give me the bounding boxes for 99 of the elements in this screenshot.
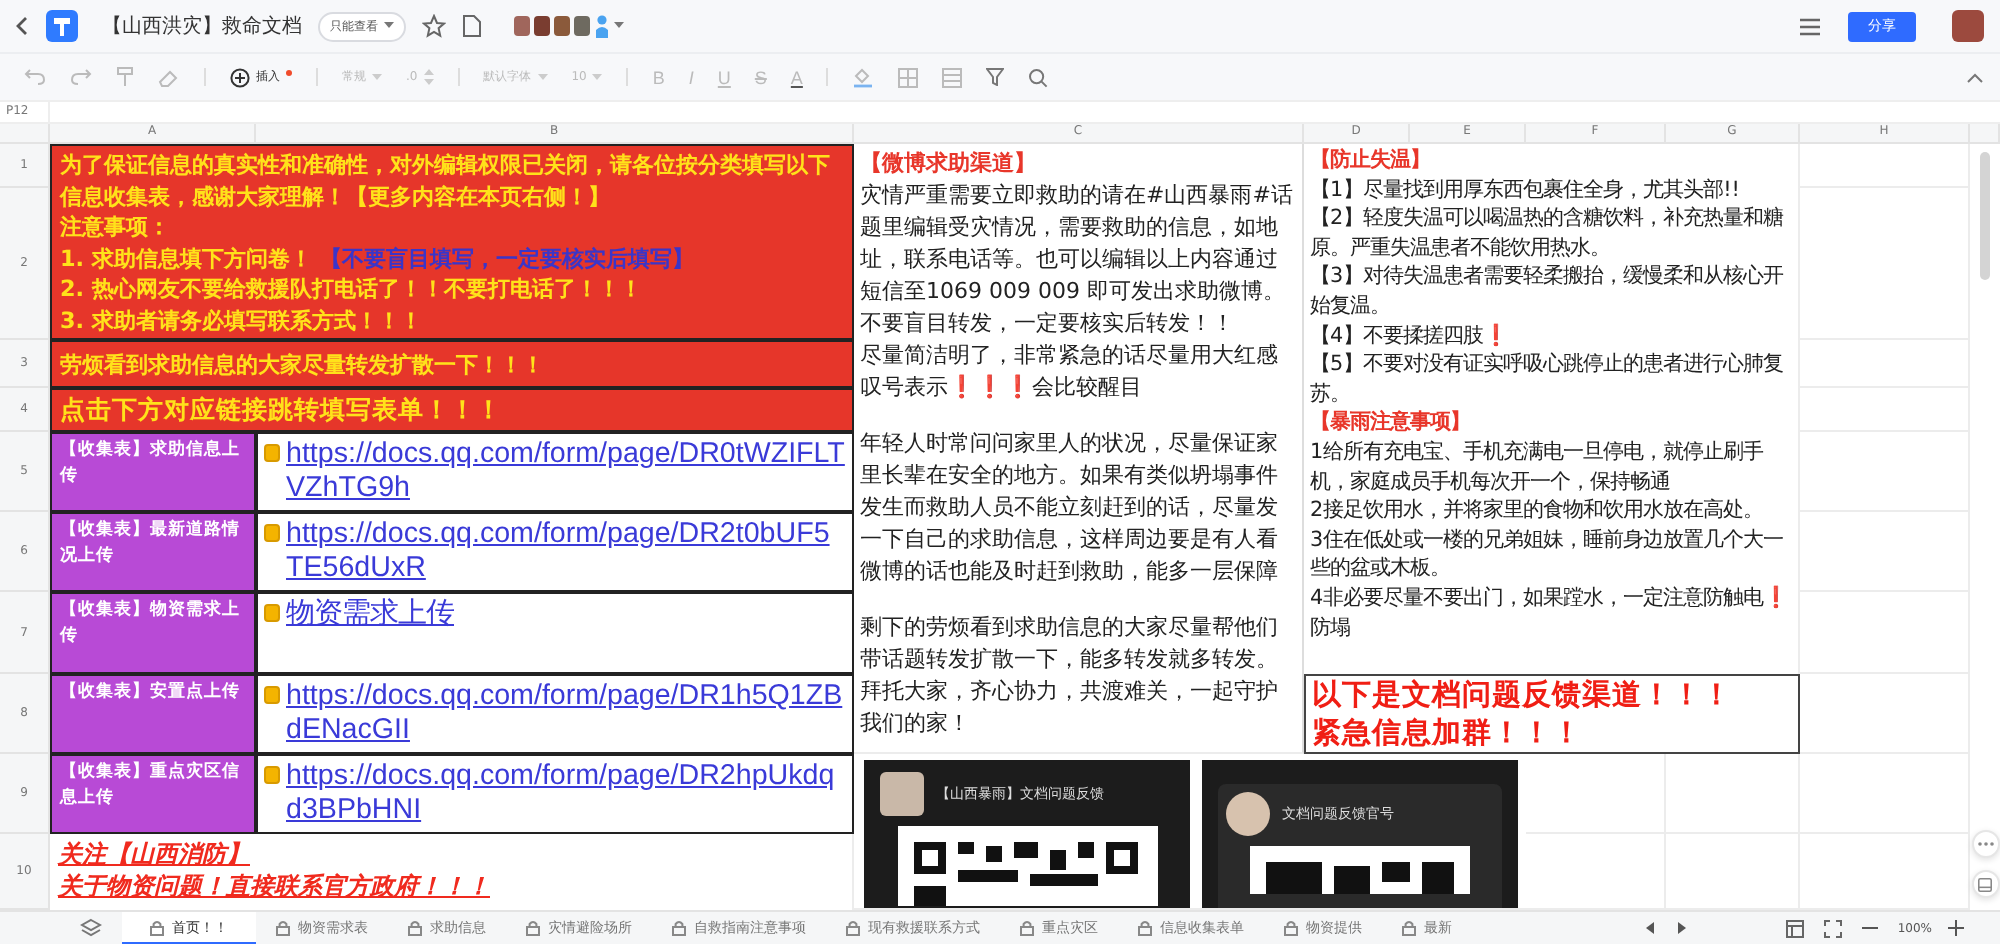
caret-icon <box>537 73 548 81</box>
document-title: 【山西洪灾】救命文档 <box>102 13 302 40</box>
caret-icon <box>372 73 382 81</box>
tip-text: 1给所有充电宝、手机充满电一旦停电，就停止刷手机，家庭成员手机每次开一个，保持畅通 <box>1310 437 1766 497</box>
banner-cell: 劳烦看到求助信息的大家尽量转发扩散一下！！！ <box>50 340 854 388</box>
lock-icon <box>846 920 860 936</box>
caret-icon <box>384 22 394 30</box>
lock-icon <box>150 919 164 935</box>
empty-cell[interactable] <box>1800 754 1970 834</box>
follow-notice[interactable]: 关注【山西消防】 <box>58 838 844 870</box>
empty-cell[interactable] <box>1526 754 1666 834</box>
paragraph: 尽量简洁明了，非常紧急的话尽量用大红感叹号表示❗❗❗会比较醒目 <box>860 340 1280 404</box>
lock-icon <box>276 920 290 936</box>
section-heading: 【暴雨注意事项】 <box>1310 408 1472 438</box>
tip-text: 【1】尽量找到用厚东西包裹住全身，尤其头部!! <box>1310 175 1742 205</box>
star-icon[interactable] <box>422 14 446 38</box>
lock-icon <box>1020 920 1034 936</box>
form-label-cell: 【收集表】最新道路情况上传 <box>50 512 256 592</box>
empty-cell[interactable] <box>1800 674 1970 754</box>
undo-icon[interactable] <box>24 68 46 86</box>
account-avatar <box>1226 792 1270 836</box>
tip-text: 【5】不要对没有证实呼吸心跳停止的患者进行心肺复苏。 <box>1310 350 1786 409</box>
lock-icon <box>408 920 422 936</box>
follow-notice[interactable]: 关于物资问题！直接联系官方政府！！！ <box>58 870 844 902</box>
empty-cell[interactable] <box>1800 592 1970 674</box>
tip-text: 4非必要尽量不要出门，如果蹚水，一定注意防触电❗防塌 <box>1310 583 1792 643</box>
menu-icon[interactable] <box>1800 17 1820 35</box>
notice-warning: 【不要盲目填写，一定要核实后填写】 <box>319 245 694 271</box>
borders-icon[interactable] <box>898 67 919 87</box>
empty-cell[interactable] <box>1800 144 1970 188</box>
paragraph: 年轻人时常问问家里人的状况，尽量保证家里长辈在安全的地方。如果有类似坍塌事件发生而救助人员不能立刻赶到的话，尽量发一下自己的求助信息，这样周边要是有人看微博的话也能及时赶到救助，能多一层保障 <box>860 428 1280 588</box>
fill-color-icon[interactable] <box>852 66 875 88</box>
paragraph: 不要盲目转发，一定要核实后转发！！ <box>860 308 1236 340</box>
layers-icon[interactable] <box>80 918 102 938</box>
previous-icon[interactable] <box>1645 922 1656 934</box>
form-label-cell: 【收集表】物资需求上传 <box>50 592 256 674</box>
tip-text: 3住在低处或一楼的兄弟姐妹，睡前身边放置几个大一些的盆或木板。 <box>1310 525 1786 584</box>
zoom-in-icon[interactable] <box>1948 920 1964 936</box>
person-icon[interactable] <box>594 14 610 38</box>
paragraph: 剩下的劳烦看到求助信息的大家尽量帮他们带话题转发扩散一下，能多转发就多转发。拜托大家，齐心协力，共渡难关，一起守护我们的家！ <box>860 612 1280 740</box>
document-icon <box>264 766 280 784</box>
caret-icon <box>592 73 603 81</box>
search-icon[interactable] <box>1028 67 1049 87</box>
merge-cells-icon[interactable] <box>942 67 963 87</box>
feedback-text: 紧急信息加群！！！ <box>1312 716 1584 754</box>
back-icon[interactable] <box>14 16 30 36</box>
tip-text: 【4】不要揉搓四肢❗ <box>1310 321 1512 351</box>
collapse-icon[interactable] <box>1966 71 1984 83</box>
notice-text: 注意事项： <box>60 214 170 240</box>
notice-text: 1. 求助信息填下方问卷！ <box>60 245 312 271</box>
scrollbar-thumb[interactable] <box>1980 152 1990 280</box>
form-label-cell: 【收集表】重点灾区信息上传 <box>50 754 256 834</box>
banner-cell: 点击下方对应链接跳转填写表单！！！ <box>50 388 854 432</box>
form-label-cell: 【收集表】安置点上传 <box>50 674 256 754</box>
lock-icon <box>1138 920 1152 936</box>
notice-text: 2. 热心网友不要给救援队打电话了！！不要打电话了！！！ <box>60 276 642 302</box>
eraser-icon[interactable] <box>158 67 180 87</box>
section-heading: 【微博求助渠道】 <box>860 148 1038 180</box>
tip-text: 【2】轻度失温可以喝温热的含糖饮料，补充热量和糖原。严重失温患者不能饮用热水。 <box>1310 204 1786 263</box>
paragraph: 灾情严重需要立即救助的请在#山西暴雨#话题里编辑受灾情况，需要救助的信息，如地址，联系电话等。也可以编辑以上内容通过短信至1069 009 009 即可发出求助微博。 <box>860 180 1295 308</box>
stepper-arrows-icon <box>423 68 434 86</box>
document-icon <box>264 686 280 704</box>
lock-icon <box>526 920 540 936</box>
tip-text: 【3】对待失温患者需要轻柔搬抬，缓慢柔和从核心开始复温。 <box>1310 262 1786 322</box>
form-link[interactable]: https://docs.qq.com/form/page/DR2hpUkdqd3BPbHNI <box>286 760 846 828</box>
column-header[interactable] <box>1970 124 2000 144</box>
redo-icon[interactable] <box>70 68 92 86</box>
document-icon <box>264 604 280 622</box>
form-link[interactable]: https://docs.qq.com/form/page/DR2t0bUF5TE56dUxR <box>286 518 846 586</box>
more-button[interactable] <box>1971 830 1999 858</box>
view-mode-icon[interactable] <box>1785 919 1804 937</box>
select-all-corner[interactable] <box>0 124 50 144</box>
empty-cell[interactable] <box>1666 754 1800 834</box>
caret-icon[interactable] <box>614 22 624 30</box>
form-link[interactable]: https://docs.qq.com/form/page/DR0tWZIFLTVZhTG9h <box>286 438 846 506</box>
notice-text: 3. 求助者请务必填写联系方式！！！ <box>60 307 422 333</box>
form-link[interactable]: https://docs.qq.com/form/page/DR1h5Q1ZBdENacGII <box>286 680 846 748</box>
form-label-cell: 【收集表】求助信息上传 <box>50 432 256 512</box>
feedback-text: 以下是文档问题反馈渠道！！！ <box>1312 678 1734 716</box>
tip-text: 2接足饮用水，并将家里的食物和饮用水放在高处。 <box>1310 496 1766 526</box>
document-icon <box>264 444 280 462</box>
lock-icon <box>672 920 686 936</box>
document-icon <box>264 524 280 542</box>
fullscreen-icon[interactable] <box>1823 919 1842 937</box>
sidebar-button[interactable] <box>1971 870 1999 898</box>
group-avatar <box>880 772 924 816</box>
panel-icon <box>1978 877 1992 891</box>
lock-icon <box>1402 920 1416 936</box>
form-link[interactable]: 物资需求上传 <box>286 598 454 632</box>
document-icon[interactable] <box>462 14 482 38</box>
plus-circle-icon <box>230 67 250 87</box>
section-heading: 【防止失温】 <box>1310 146 1432 176</box>
user-avatar[interactable] <box>1952 10 1984 42</box>
format-painter-icon[interactable] <box>116 66 134 88</box>
next-icon[interactable] <box>1675 922 1686 934</box>
lock-icon <box>1284 920 1298 936</box>
app-logo-icon[interactable] <box>46 10 78 42</box>
notice-text: 为了保证信息的真实性和准确性，对外编辑权限已关闭，请各位按分类填写以下信息收集表，感谢大家理解！【更多内容在本页右侧！】 <box>60 152 830 209</box>
filter-icon[interactable] <box>986 68 1005 86</box>
